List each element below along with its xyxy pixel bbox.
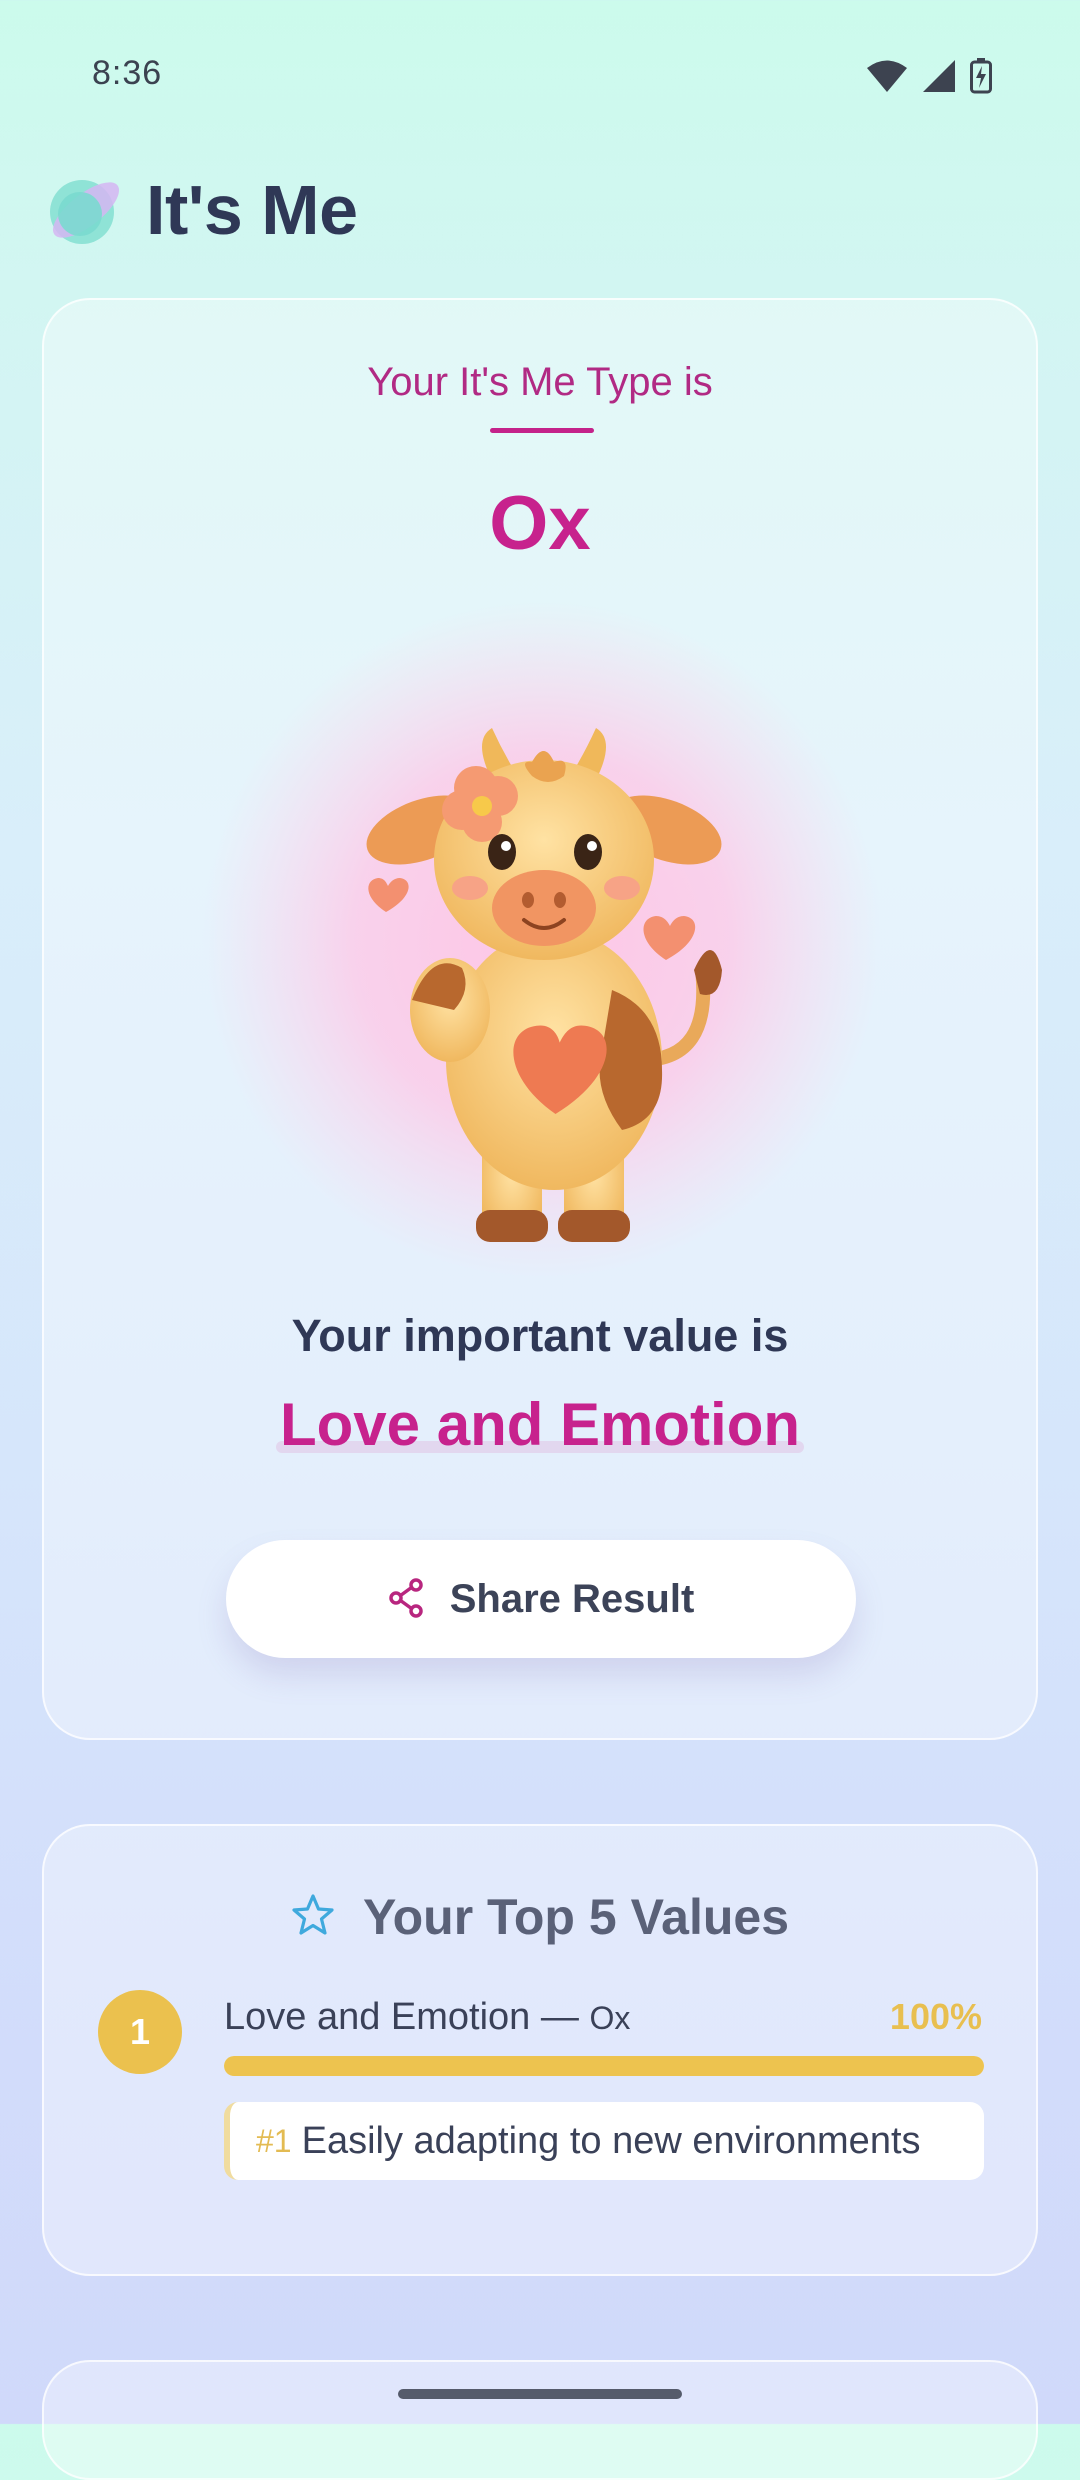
rank-badge: 1 xyxy=(98,1990,182,2074)
value-row-type: Ox xyxy=(589,2000,631,2036)
value-row-name: Love and Emotion — xyxy=(224,1996,579,2038)
value-name: Love and Emotion xyxy=(275,1390,805,1459)
home-indicator[interactable] xyxy=(398,2389,682,2399)
trait-number: #1 xyxy=(256,2122,292,2159)
wifi-icon xyxy=(866,59,908,93)
app-title: It's Me xyxy=(146,171,358,249)
result-card: Your It's Me Type is Ox Your important v… xyxy=(42,298,1038,1740)
top-values-card: Your Top 5 Values 1 Love and Emotion — O… xyxy=(42,1824,1038,2276)
status-time: 8:36 xyxy=(92,54,163,92)
next-card xyxy=(42,2360,1038,2480)
value-percent: 100% xyxy=(889,1996,982,2037)
value-row-label: Love and Emotion — Ox xyxy=(224,1996,630,2039)
app-logo-icon xyxy=(40,166,128,254)
status-icons xyxy=(866,58,992,94)
share-result-button[interactable]: Share Result xyxy=(226,1540,856,1658)
app-header: It's Me xyxy=(40,160,358,260)
share-icon xyxy=(388,1577,424,1621)
share-button-label: Share Result xyxy=(449,1576,695,1621)
battery-icon xyxy=(970,58,992,94)
top-values-title: Your Top 5 Values xyxy=(362,1889,790,1945)
status-bar: 8:36 xyxy=(0,0,1080,150)
ox-illustration xyxy=(192,590,892,1290)
value-intro-text: Your important value is xyxy=(291,1310,789,1361)
type-intro-text: Your It's Me Type is xyxy=(367,360,713,404)
title-underline xyxy=(490,428,594,433)
value-progress-bar xyxy=(224,2056,984,2076)
trait-text: Easily adapting to new environments xyxy=(301,2119,921,2162)
value-name-container: Love and Emotion xyxy=(44,1390,1036,1459)
top-values-header: Your Top 5 Values xyxy=(44,1888,1036,1946)
star-icon xyxy=(291,1893,335,1942)
value-progress-fill xyxy=(224,2056,984,2076)
signal-icon xyxy=(922,59,956,93)
trait-item: #1 Easily adapting to new environments xyxy=(224,2102,984,2180)
type-name: Ox xyxy=(489,481,591,566)
